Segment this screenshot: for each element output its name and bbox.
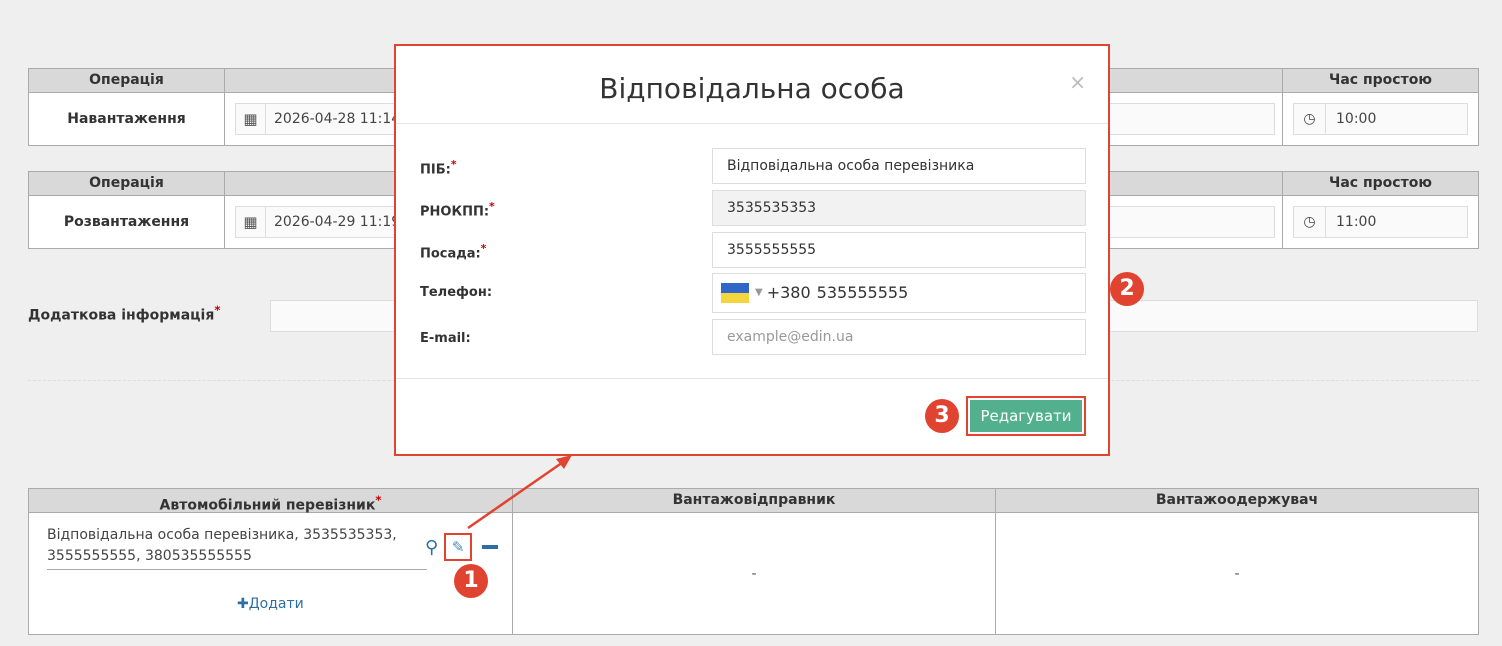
tax-id-row: РНОКПП:* 3535535353 bbox=[420, 190, 1086, 226]
col-consignee: Вантажоодержувач bbox=[1155, 492, 1319, 508]
unloading-idle-time-input[interactable]: ◷ 11:00 bbox=[1293, 206, 1468, 238]
modal-footer-divider bbox=[396, 378, 1108, 379]
tax-id-field[interactable]: 3535535353 bbox=[712, 190, 1086, 226]
col-operation: Операція bbox=[29, 69, 225, 92]
edit-button[interactable]: Редагувати bbox=[966, 396, 1086, 436]
clock-icon: ◷ bbox=[1294, 104, 1326, 134]
search-icon[interactable]: ⚲ bbox=[425, 537, 438, 558]
shipper-value: - bbox=[513, 513, 996, 634]
calendar-icon: ▦ bbox=[236, 207, 266, 237]
name-field[interactable]: Відповідальна особа перевізника bbox=[712, 148, 1086, 184]
phone-row: Телефон: ▼ +380 535555555 bbox=[420, 273, 1086, 313]
loading-idle-time-input[interactable]: ◷ 10:00 bbox=[1293, 103, 1468, 135]
participants-table: Автомобільний перевізник* Вантажовідправ… bbox=[28, 488, 1479, 635]
close-icon[interactable]: × bbox=[1069, 70, 1086, 94]
ukraine-flag-icon[interactable] bbox=[721, 283, 749, 303]
col-idle-time: Час простою bbox=[1282, 172, 1478, 195]
carrier-cell: Відповідальна особа перевізника, 3535535… bbox=[29, 513, 513, 634]
additional-info-label: Додаткова інформація* bbox=[28, 303, 221, 324]
step-marker-1: 1 bbox=[454, 564, 488, 598]
carrier-actions: ⚲ ✎ bbox=[425, 533, 499, 561]
step-marker-3: 3 bbox=[925, 399, 959, 433]
caret-down-icon[interactable]: ▼ bbox=[755, 276, 763, 310]
modal-title: Відповідальна особа bbox=[396, 46, 1108, 124]
position-row: Посада:* 3555555555 bbox=[420, 232, 1086, 268]
operation-name: Розвантаження bbox=[29, 196, 225, 248]
phone-number: 535555555 bbox=[816, 283, 909, 302]
clock-icon: ◷ bbox=[1294, 207, 1326, 237]
edit-icon[interactable]: ✎ bbox=[444, 533, 473, 561]
operation-name: Навантаження bbox=[29, 93, 225, 145]
col-operation: Операція bbox=[29, 172, 225, 195]
col-carrier: Автомобільний перевізник* bbox=[29, 489, 513, 514]
add-carrier-link[interactable]: ✚Додати bbox=[237, 596, 304, 612]
responsible-person-modal: Відповідальна особа × ПІБ:* Відповідальн… bbox=[394, 44, 1110, 456]
email-row: E-mail: example@edin.ua bbox=[420, 319, 1086, 355]
position-field[interactable]: 3555555555 bbox=[712, 232, 1086, 268]
carrier-value: Відповідальна особа перевізника, 3535535… bbox=[47, 525, 427, 570]
col-idle-time: Час простою bbox=[1282, 69, 1478, 92]
phone-field[interactable]: ▼ +380 535555555 bbox=[712, 273, 1086, 313]
consignee-value: - bbox=[1234, 565, 1240, 582]
phone-country-code: +380 bbox=[766, 283, 811, 302]
col-shipper: Вантажовідправник bbox=[513, 489, 996, 512]
step-marker-2: 2 bbox=[1110, 272, 1144, 306]
participants-header: Автомобільний перевізник* Вантажовідправ… bbox=[29, 489, 1478, 514]
calendar-icon: ▦ bbox=[236, 104, 266, 134]
email-field[interactable]: example@edin.ua bbox=[712, 319, 1086, 355]
name-row: ПІБ:* Відповідальна особа перевізника bbox=[420, 148, 1086, 184]
remove-icon[interactable] bbox=[482, 545, 499, 549]
participants-row: Відповідальна особа перевізника, 3535535… bbox=[29, 513, 1478, 634]
